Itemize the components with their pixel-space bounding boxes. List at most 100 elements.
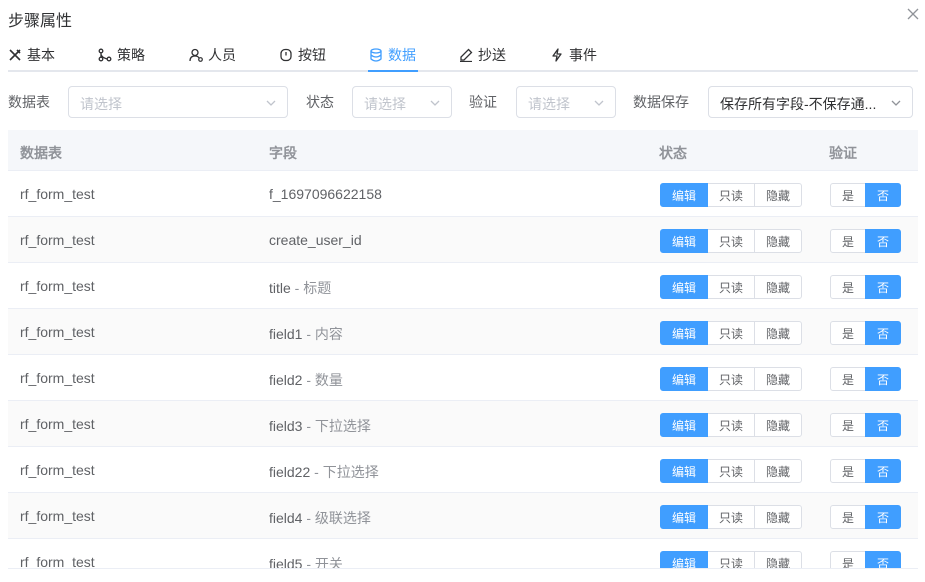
column-header-table: 数据表 xyxy=(20,145,62,161)
field-name: create_user_id xyxy=(269,232,362,248)
verify-yes-button[interactable]: 是 xyxy=(830,183,866,207)
verify-radio-group: 是否 xyxy=(830,505,901,529)
state-readonly-button[interactable]: 只读 xyxy=(707,551,755,568)
state-edit-button[interactable]: 编辑 xyxy=(660,551,708,568)
verify-yes-button[interactable]: 是 xyxy=(830,321,866,345)
verify-select[interactable]: 请选择 xyxy=(516,86,616,118)
state-hidden-button[interactable]: 隐藏 xyxy=(754,183,802,207)
tab-personnel[interactable]: 人员 xyxy=(189,40,236,70)
table-select-placeholder: 请选择 xyxy=(80,96,122,112)
table-row: rf_form_test field2 - 数量 编辑 只读 隐藏 是否 xyxy=(8,355,918,401)
state-radio-group: 编辑 只读 隐藏 xyxy=(660,321,802,345)
field-name: field22 xyxy=(269,464,311,480)
state-readonly-button[interactable]: 只读 xyxy=(707,459,755,483)
tab-strategy[interactable]: 策略 xyxy=(98,40,145,70)
state-edit-button[interactable]: 编辑 xyxy=(660,275,708,299)
tab-basic[interactable]: 基本 xyxy=(8,40,55,70)
state-edit-button[interactable]: 编辑 xyxy=(660,229,708,253)
column-header-verify: 验证 xyxy=(829,145,857,161)
field-separator: - xyxy=(302,372,315,388)
field-separator: - xyxy=(302,326,315,342)
cell-table-name: rf_form_test xyxy=(20,462,95,478)
verify-yes-button[interactable]: 是 xyxy=(830,505,866,529)
active-tab-indicator xyxy=(368,70,418,72)
state-hidden-button[interactable]: 隐藏 xyxy=(754,413,802,437)
cell-table-name: rf_form_test xyxy=(20,324,95,340)
table-select[interactable]: 请选择 xyxy=(68,86,288,118)
verify-no-button[interactable]: 否 xyxy=(865,551,901,568)
state-radio-group: 编辑 只读 隐藏 xyxy=(660,275,802,299)
tab-label: 人员 xyxy=(208,47,236,63)
verify-yes-button[interactable]: 是 xyxy=(830,229,866,253)
state-readonly-button[interactable]: 只读 xyxy=(707,229,755,253)
status-select-placeholder: 请选择 xyxy=(364,96,406,112)
branch-icon xyxy=(98,48,112,62)
cell-field: field22 - 下拉选择 xyxy=(269,462,379,482)
verify-no-button[interactable]: 否 xyxy=(865,275,901,299)
verify-yes-button[interactable]: 是 xyxy=(830,551,866,568)
state-hidden-button[interactable]: 隐藏 xyxy=(754,505,802,529)
table-row: rf_form_test field3 - 下拉选择 编辑 只读 隐藏 是否 xyxy=(8,401,918,447)
state-hidden-button[interactable]: 隐藏 xyxy=(754,459,802,483)
verify-yes-button[interactable]: 是 xyxy=(830,413,866,437)
table-row: rf_form_test f_1697096622158 编辑 只读 隐藏 是否 xyxy=(8,171,918,217)
table-row: rf_form_test title - 标题 编辑 只读 隐藏 是否 xyxy=(8,263,918,309)
verify-yes-button[interactable]: 是 xyxy=(830,459,866,483)
state-hidden-button[interactable]: 隐藏 xyxy=(754,551,802,568)
state-hidden-button[interactable]: 隐藏 xyxy=(754,275,802,299)
state-hidden-button[interactable]: 隐藏 xyxy=(754,229,802,253)
field-label: 内容 xyxy=(314,326,343,342)
verify-no-button[interactable]: 否 xyxy=(865,229,901,253)
tab-buttons[interactable]: 按钮 xyxy=(279,40,326,70)
state-readonly-button[interactable]: 只读 xyxy=(707,505,755,529)
cell-table-name: rf_form_test xyxy=(20,508,95,524)
table-row: rf_form_test field22 - 下拉选择 编辑 只读 隐藏 是否 xyxy=(8,447,918,493)
state-radio-group: 编辑 只读 隐藏 xyxy=(660,413,802,437)
save-mode-select[interactable]: 保存所有字段-不保存通... xyxy=(708,86,913,118)
cell-field: field5 - 开关 xyxy=(269,554,343,569)
field-label: 级联选择 xyxy=(314,510,371,526)
tab-data[interactable]: 数据 xyxy=(369,40,416,70)
field-separator: - xyxy=(302,556,315,569)
verify-no-button[interactable]: 否 xyxy=(865,459,901,483)
state-edit-button[interactable]: 编辑 xyxy=(660,413,708,437)
tab-cc[interactable]: 抄送 xyxy=(459,40,506,70)
state-readonly-button[interactable]: 只读 xyxy=(707,275,755,299)
state-readonly-button[interactable]: 只读 xyxy=(707,367,755,391)
verify-no-button[interactable]: 否 xyxy=(865,183,901,207)
state-edit-button[interactable]: 编辑 xyxy=(660,321,708,345)
verify-no-button[interactable]: 否 xyxy=(865,321,901,345)
field-name: field3 xyxy=(269,418,303,434)
field-table: 数据表 字段 状态 验证 rf_form_test f_1697096622158… xyxy=(8,130,918,569)
column-header-field: 字段 xyxy=(269,145,297,161)
tab-events[interactable]: 事件 xyxy=(550,40,597,70)
chevron-down-icon xyxy=(594,100,604,106)
close-icon[interactable] xyxy=(906,7,920,21)
verify-yes-button[interactable]: 是 xyxy=(830,275,866,299)
field-name: title xyxy=(269,280,291,296)
table-row: rf_form_test field4 - 级联选择 编辑 只读 隐藏 是否 xyxy=(8,493,918,539)
verify-no-button[interactable]: 否 xyxy=(865,367,901,391)
cell-field: field2 - 数量 xyxy=(269,370,343,390)
status-select[interactable]: 请选择 xyxy=(352,86,452,118)
state-hidden-button[interactable]: 隐藏 xyxy=(754,321,802,345)
chevron-down-icon xyxy=(891,100,901,106)
state-edit-button[interactable]: 编辑 xyxy=(660,505,708,529)
state-radio-group: 编辑 只读 隐藏 xyxy=(660,459,802,483)
verify-no-button[interactable]: 否 xyxy=(865,413,901,437)
state-readonly-button[interactable]: 只读 xyxy=(707,413,755,437)
state-edit-button[interactable]: 编辑 xyxy=(660,459,708,483)
verify-no-button[interactable]: 否 xyxy=(865,505,901,529)
cell-field: field4 - 级联选择 xyxy=(269,508,371,528)
verify-yes-button[interactable]: 是 xyxy=(830,367,866,391)
verify-radio-group: 是否 xyxy=(830,321,901,345)
state-edit-button[interactable]: 编辑 xyxy=(660,183,708,207)
state-readonly-button[interactable]: 只读 xyxy=(707,183,755,207)
cell-table-name: rf_form_test xyxy=(20,232,95,248)
state-edit-button[interactable]: 编辑 xyxy=(660,367,708,391)
state-readonly-button[interactable]: 只读 xyxy=(707,321,755,345)
tools-icon xyxy=(9,49,21,61)
state-hidden-button[interactable]: 隐藏 xyxy=(754,367,802,391)
cell-field: field1 - 内容 xyxy=(269,324,343,344)
cell-field: title - 标题 xyxy=(269,278,331,298)
